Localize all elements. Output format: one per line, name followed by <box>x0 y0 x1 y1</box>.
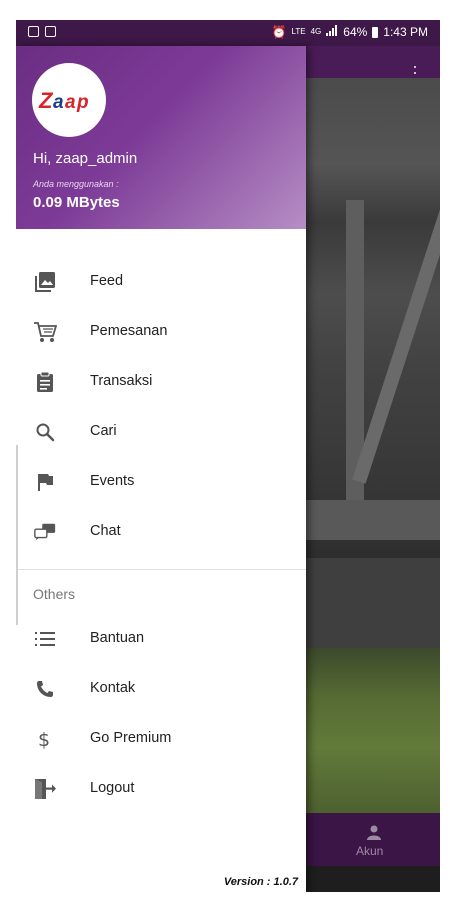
menu-item-cari[interactable]: Cari <box>16 409 306 455</box>
phone-icon <box>33 677 57 701</box>
cart-icon <box>33 320 57 344</box>
menu-item-transaksi[interactable]: Transaksi <box>16 359 306 405</box>
battery-icon <box>372 26 379 38</box>
list-icon <box>33 627 57 651</box>
phone-screen: ⏰ LTE 4G 64% 1:43 PM ⋮ Akun Z a a p Hi, … <box>16 20 440 892</box>
user-greeting: Hi, zaap_admin <box>33 150 138 167</box>
flag-icon <box>33 470 57 494</box>
svg-text:p: p <box>76 92 89 113</box>
menu-item-label: Feed <box>90 273 124 289</box>
menu-item-label: Go Premium <box>90 730 172 746</box>
battery-percent: 64% <box>343 25 368 39</box>
menu-item-label: Kontak <box>90 680 136 696</box>
status-left-icons <box>28 26 56 37</box>
search-icon <box>33 420 57 444</box>
lte-indicator: LTE <box>291 27 306 36</box>
feed-image-placeholder <box>306 558 440 648</box>
signal-icon <box>326 25 338 39</box>
svg-text:a: a <box>65 92 76 113</box>
image-gallery-icon <box>33 270 57 294</box>
message-notification-icon <box>45 26 56 37</box>
drawer-header: Z a a p Hi, zaap_admin Anda menggunakan … <box>16 46 306 229</box>
menu-item-chat[interactable]: Chat <box>16 509 306 555</box>
account-icon[interactable] <box>366 824 382 840</box>
menu-item-pemesanan[interactable]: Pemesanan <box>16 309 306 355</box>
menu-item-bantuan[interactable]: Bantuan <box>16 616 306 662</box>
data-usage-label: Anda menggunakan : <box>33 179 119 189</box>
chat-icon <box>33 520 57 544</box>
menu-item-go-premium[interactable]: $ Go Premium <box>16 716 306 762</box>
menu-item-logout[interactable]: Logout <box>16 766 306 812</box>
app-logo-avatar[interactable]: Z a a p <box>32 63 106 137</box>
menu-item-feed[interactable]: Feed <box>16 259 306 305</box>
image-detail <box>306 500 440 540</box>
menu-item-label: Chat <box>90 523 121 539</box>
bottom-nav-account-label[interactable]: Akun <box>356 844 383 858</box>
logout-icon <box>33 777 57 801</box>
menu-item-label: Pemesanan <box>90 323 168 339</box>
app-version: Version : 1.0.7 <box>223 876 298 888</box>
navigation-drawer: Z a a p Hi, zaap_admin Anda menggunakan … <box>16 46 306 892</box>
svg-text:$: $ <box>38 729 50 750</box>
data-usage-value: 0.09 MBytes <box>33 194 120 211</box>
network-indicator: 4G <box>310 27 322 36</box>
alarm-icon: ⏰ <box>271 25 287 39</box>
gallery-notification-icon <box>28 26 39 37</box>
status-right-icons: ⏰ LTE 4G 64% 1:43 PM <box>272 25 428 39</box>
dollar-icon: $ <box>33 727 57 751</box>
svg-text:a: a <box>53 92 64 113</box>
menu-item-label: Transaksi <box>90 373 153 389</box>
svg-text:Z: Z <box>38 88 54 113</box>
drawer-edge-handle[interactable] <box>16 445 18 625</box>
feed-image-grass <box>306 648 440 813</box>
menu-item-label: Events <box>90 473 135 489</box>
clipboard-icon <box>33 370 57 394</box>
menu-item-label: Cari <box>90 423 117 439</box>
status-bar: ⏰ LTE 4G 64% 1:43 PM <box>16 20 440 46</box>
menu-item-label: Bantuan <box>90 630 145 646</box>
clock: 1:43 PM <box>383 25 428 39</box>
zaap-logo: Z a a p <box>38 88 89 113</box>
menu-item-events[interactable]: Events <box>16 459 306 505</box>
others-section-title: Others <box>33 586 76 602</box>
menu-item-label: Logout <box>90 780 135 796</box>
section-divider <box>16 569 306 570</box>
feed-image-industrial <box>306 78 440 558</box>
menu-item-kontak[interactable]: Kontak <box>16 666 306 712</box>
